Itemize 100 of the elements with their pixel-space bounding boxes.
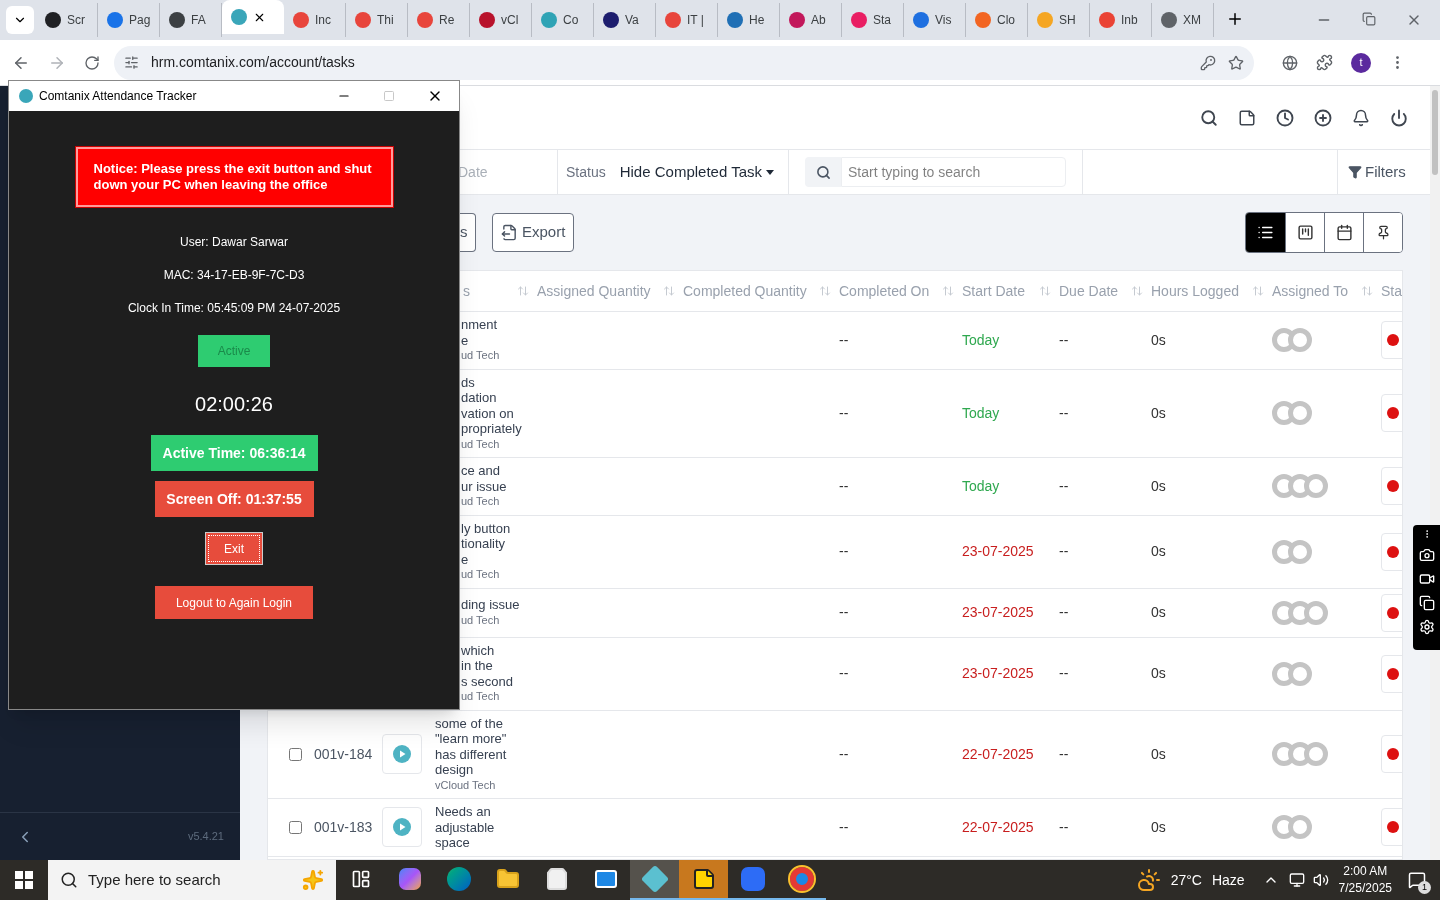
task-title-line[interactable]: space bbox=[435, 835, 537, 851]
add-icon[interactable] bbox=[1314, 108, 1332, 127]
task-title-line[interactable]: Needs an bbox=[435, 804, 537, 820]
start-date-cell: 22-07-2025 bbox=[962, 745, 1034, 762]
task-title-line[interactable]: vation on bbox=[461, 405, 537, 421]
browser-tab[interactable]: Re bbox=[408, 3, 470, 37]
note-icon[interactable] bbox=[1238, 108, 1256, 127]
video-camera-icon[interactable] bbox=[1418, 571, 1435, 587]
browser-tab[interactable]: Co bbox=[532, 3, 594, 37]
clock-time[interactable]: 2:00 AM bbox=[1343, 863, 1388, 880]
play-icon bbox=[393, 818, 411, 837]
task-title-line[interactable]: adjustable bbox=[435, 819, 537, 835]
weather-condition[interactable]: Haze bbox=[1211, 869, 1245, 891]
copy-icon[interactable] bbox=[1418, 595, 1435, 611]
task-title-line[interactable]: e bbox=[461, 332, 537, 348]
browser-tab[interactable]: Inb bbox=[1090, 3, 1152, 37]
power-icon[interactable] bbox=[1390, 108, 1408, 127]
task-title-line[interactable]: propriately bbox=[461, 421, 537, 437]
browser-tab[interactable]: Ab bbox=[780, 3, 842, 37]
project-name: ud Tech bbox=[461, 436, 501, 452]
browser-tab[interactable]: XM bbox=[1152, 3, 1214, 37]
view-toggle[interactable] bbox=[1246, 213, 1285, 252]
tab-title: Vis bbox=[935, 12, 952, 29]
scrollbar-thumb[interactable] bbox=[1432, 90, 1438, 175]
task-title-line[interactable]: ur issue bbox=[461, 478, 537, 494]
toolbar-button[interactable]: s bbox=[460, 213, 476, 252]
browser-tab[interactable]: Inc bbox=[284, 3, 346, 37]
settings-icon[interactable] bbox=[1418, 619, 1435, 635]
calendar-icon bbox=[1335, 224, 1353, 241]
task-title-line[interactable]: ds bbox=[461, 374, 537, 390]
window-title: Comtanix Attendance Tracker bbox=[39, 88, 197, 105]
due-date-cell: -- bbox=[1059, 818, 1069, 835]
sticky-note-icon bbox=[691, 867, 716, 891]
notification-center-icon[interactable] bbox=[1408, 871, 1426, 889]
view-toggle[interactable] bbox=[1324, 213, 1363, 252]
row-checkbox[interactable] bbox=[289, 747, 302, 761]
bookmark-star-icon[interactable] bbox=[1228, 54, 1244, 71]
browser-tab[interactable]: Pag bbox=[98, 3, 160, 37]
screen-off-button[interactable]: Screen Off: 01:37:55 bbox=[154, 481, 314, 517]
version-text: v5.4.21 bbox=[187, 829, 224, 845]
exit-button[interactable]: Exit bbox=[205, 532, 263, 565]
task-title-line[interactable]: which bbox=[461, 642, 537, 658]
logout-button[interactable]: Logout to Again Login bbox=[155, 586, 313, 619]
browser-tab[interactable]: Sta bbox=[842, 3, 904, 37]
globe-icon[interactable] bbox=[1282, 54, 1298, 71]
task-title-line[interactable]: s second bbox=[461, 673, 537, 689]
filters-button[interactable]: Filters bbox=[1338, 160, 1406, 184]
task-title-line[interactable]: design bbox=[435, 762, 537, 778]
task-title-line[interactable]: has different bbox=[435, 746, 537, 762]
browser-tab[interactable]: Clo bbox=[966, 3, 1028, 37]
play-icon bbox=[393, 745, 411, 764]
address-field[interactable]: hrm.comtanix.com/account/tasks bbox=[114, 45, 1254, 80]
browser-tab[interactable]: Vis bbox=[904, 3, 966, 37]
browser-tab[interactable]: SH bbox=[1028, 3, 1090, 37]
status-dropdown[interactable]: Hide Completed Task bbox=[619, 160, 774, 184]
weather-icon[interactable] bbox=[1136, 868, 1161, 892]
list-icon bbox=[1257, 224, 1274, 241]
weather-temp[interactable]: 27°C bbox=[1170, 869, 1202, 891]
browser-tab[interactable]: He bbox=[718, 3, 780, 37]
start-date-cell: 23-07-2025 bbox=[962, 665, 1034, 681]
browser-tab[interactable]: vCl bbox=[470, 3, 532, 37]
row-checkbox[interactable] bbox=[289, 820, 302, 834]
hours-logged-cell: 0s bbox=[1151, 477, 1166, 494]
clock-date[interactable]: 7/25/2025 bbox=[1338, 880, 1392, 897]
task-title-line[interactable]: tionality bbox=[461, 536, 537, 552]
notification-bell-icon[interactable] bbox=[1352, 108, 1370, 127]
tab-title: Inb bbox=[1121, 12, 1138, 29]
taskbar-app[interactable] bbox=[679, 860, 728, 900]
network-icon[interactable] bbox=[1288, 872, 1305, 888]
view-toggle[interactable] bbox=[1363, 213, 1402, 252]
task-title-line[interactable]: some of the bbox=[435, 715, 537, 731]
view-toggle[interactable] bbox=[1285, 213, 1324, 252]
clock-icon[interactable] bbox=[1276, 108, 1294, 127]
browser-tab[interactable]: Thi bbox=[346, 3, 408, 37]
task-title-line[interactable]: "learn more" bbox=[435, 731, 537, 747]
site-info-icon[interactable] bbox=[124, 55, 139, 70]
reload-icon[interactable] bbox=[84, 54, 100, 71]
search-icon[interactable] bbox=[1200, 108, 1218, 127]
browser-tab[interactable]: Scr bbox=[36, 3, 98, 37]
search-field[interactable]: Start typing to search bbox=[841, 157, 1066, 187]
task-title-line[interactable]: e bbox=[461, 551, 537, 567]
taskbar-search-field[interactable]: Type here to search bbox=[48, 860, 336, 900]
volume-icon[interactable] bbox=[1312, 872, 1329, 888]
export-button[interactable]: Export bbox=[492, 213, 575, 252]
task-title-line[interactable]: ly button bbox=[461, 520, 537, 536]
task-title-line[interactable]: ce and bbox=[461, 463, 537, 479]
task-title-line[interactable]: in the bbox=[461, 658, 537, 674]
browser-tab[interactable]: IT | bbox=[656, 3, 718, 37]
new-tab-icon[interactable] bbox=[1226, 10, 1244, 28]
task-title-line[interactable]: nment bbox=[461, 317, 537, 333]
extensions-icon[interactable] bbox=[1316, 54, 1333, 71]
camera-icon[interactable] bbox=[1418, 547, 1435, 563]
profile-avatar[interactable]: t bbox=[1351, 52, 1371, 73]
key-icon[interactable] bbox=[1200, 54, 1216, 71]
search-icon bbox=[60, 871, 78, 889]
task-title-line[interactable]: dation bbox=[461, 390, 537, 406]
restore-icon[interactable] bbox=[1362, 12, 1376, 26]
browser-tab[interactable]: Va bbox=[594, 3, 656, 37]
folder-icon bbox=[495, 867, 520, 891]
task-title-line[interactable]: ding issue bbox=[461, 597, 537, 613]
